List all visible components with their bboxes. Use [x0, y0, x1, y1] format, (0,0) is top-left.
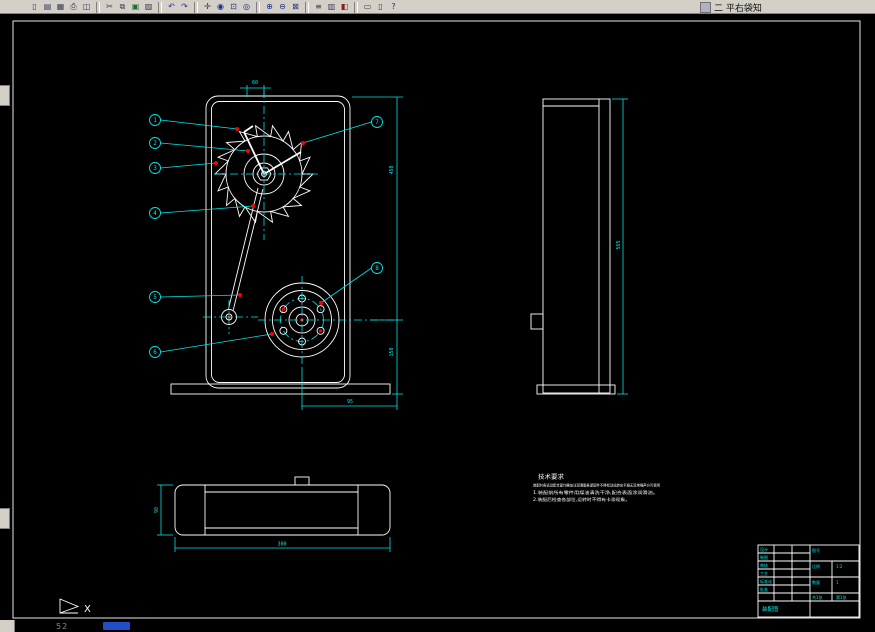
balloon-2[interactable]: 2 [149, 137, 251, 154]
toolbar-separator [305, 2, 309, 13]
titleblock-row-4: 标准化 [760, 578, 772, 584]
titleblock-scale-value: 1:2 [836, 564, 843, 569]
notes-line-dense: 装配时各运动配合面均需加注润滑脂各紧固件不得松动运转应平稳无异常噪声方可使用 [533, 483, 660, 488]
titleblock-no-label: 图号 [812, 547, 820, 553]
zoom-extents-icon[interactable]: ⊠ [289, 1, 302, 13]
titleblock-row-0: 设计 [760, 546, 768, 552]
layers-icon[interactable]: ≡ [312, 1, 325, 13]
dim-plan-width: 300 [277, 542, 286, 548]
toolbar-caption: 二 平右袋知 [714, 4, 762, 14]
match-properties-icon[interactable]: ▨ [142, 1, 155, 13]
titleblock-scale-label: 比例 [812, 563, 820, 569]
titleblock-row-2: 审核 [760, 562, 768, 568]
svg-text:5: 5 [153, 294, 157, 301]
dim-plan-depth: 98 [154, 507, 160, 513]
status-strip: 52 [0, 620, 875, 632]
help-icon[interactable]: ? [387, 1, 400, 13]
zoom-out-icon[interactable]: ⊖ [276, 1, 289, 13]
titleblock-row-1: 制图 [760, 554, 768, 560]
svg-text:7: 7 [375, 119, 379, 126]
application-window: ▯ ▤ ▦ ⎙ ◫ ✂ ⧉ ▣ ▨ ↶ ↷ ✛ ◉ ⊡ ◎ ⊕ ⊖ ⊠ ≡ ▥ … [0, 0, 875, 632]
docked-toolbar-stub[interactable] [0, 85, 10, 106]
zoom-in-icon[interactable]: ⊕ [263, 1, 276, 13]
toolbar-separator [194, 2, 198, 13]
titleblock-qty-value: 1 [836, 580, 839, 585]
svg-text:4: 4 [153, 210, 157, 217]
svg-text:2: 2 [153, 140, 157, 147]
svg-text:8: 8 [375, 265, 379, 272]
notes-title: 技术要求 [538, 473, 564, 481]
toolbar-separator [96, 2, 100, 13]
zoom-previous-icon[interactable]: ◎ [240, 1, 253, 13]
paper-space-icon[interactable]: ▯ [374, 1, 387, 13]
flange-wheel [258, 276, 398, 368]
titleblock-row-3: 工艺 [760, 571, 768, 576]
toolbar-separator [354, 2, 358, 13]
balloon-callouts: 1 2 3 4 5 6 7 8 [149, 114, 383, 358]
undo-icon[interactable]: ↶ [165, 1, 178, 13]
technical-notes: 技术要求 装配时各运动配合面均需加注润滑脂各紧固件不得松动运转应平稳无异常噪声方… [533, 473, 660, 503]
toolbar-separator [256, 2, 260, 13]
balloon-8[interactable]: 8 [319, 262, 383, 306]
floating-toolbar-icon [700, 2, 711, 13]
open-file-icon[interactable]: ▤ [41, 1, 54, 13]
dim-side-height: 565 [616, 240, 622, 249]
titleblock-sheet-label: 共1张 [812, 594, 823, 600]
notes-line-2: 2.装配后检查各部位,运转时不得有卡滞现象。 [533, 496, 630, 503]
print-icon[interactable]: ⎙ [67, 1, 80, 13]
redo-icon[interactable]: ↷ [178, 1, 191, 13]
drawing-canvas[interactable]: 1 2 3 4 5 6 7 8 60 450 150 95 565 98 300… [0, 0, 875, 632]
paste-icon[interactable]: ▣ [129, 1, 142, 13]
toolbar-separator [158, 2, 162, 13]
titleblock-sheet-value: 第1张 [836, 594, 847, 600]
balloon-7[interactable]: 7 [301, 116, 383, 146]
print-preview-icon[interactable]: ◫ [80, 1, 93, 13]
taskbar-label: 52 [56, 622, 69, 631]
titleblock-row-5: 批准 [760, 586, 768, 592]
cut-icon[interactable]: ✂ [103, 1, 116, 13]
pan-icon[interactable]: ✛ [201, 1, 214, 13]
docked-toolbar-stub[interactable] [0, 508, 10, 529]
svg-text:3: 3 [153, 165, 157, 172]
ratchet-gear [213, 90, 318, 240]
save-file-icon[interactable]: ▦ [54, 1, 67, 13]
balloon-3[interactable]: 3 [149, 161, 219, 174]
model-space-icon[interactable]: ▭ [361, 1, 374, 13]
layer-properties-icon[interactable]: ▥ [325, 1, 338, 13]
taskbar-corner-button[interactable] [0, 620, 15, 632]
drawing-sheet-border [12, 20, 861, 619]
ucs-icon: X [59, 598, 91, 615]
dim-right-lower: 150 [389, 347, 395, 356]
notes-line-1: 1.装配前所有零件用煤油清洗干净,配合表面涂润滑油。 [533, 489, 658, 496]
copy-icon[interactable]: ⧉ [116, 1, 129, 13]
color-control-icon[interactable]: ◧ [338, 1, 351, 13]
zoom-realtime-icon[interactable]: ◉ [214, 1, 227, 13]
dim-right-upper: 450 [389, 165, 395, 174]
dim-top: 60 [252, 80, 258, 86]
svg-text:1: 1 [153, 117, 157, 124]
taskbar-active-button[interactable] [103, 622, 130, 630]
dim-front-bottom: 95 [347, 399, 353, 405]
new-file-icon[interactable]: ▯ [28, 1, 41, 13]
side-view: 565 [530, 98, 628, 395]
front-view [170, 90, 398, 395]
main-toolbar: ▯ ▤ ▦ ⎙ ◫ ✂ ⧉ ▣ ▨ ↶ ↷ ✛ ◉ ⊡ ◎ ⊕ ⊖ ⊠ ≡ ▥ … [0, 0, 875, 14]
front-view-dimensions: 60 450 150 95 [240, 80, 403, 410]
titleblock-qty-label: 数量 [812, 579, 820, 585]
plan-view: 98 300 [154, 476, 391, 552]
titleblock-drawing-name: 装配图 [762, 605, 779, 613]
zoom-window-icon[interactable]: ⊡ [227, 1, 240, 13]
svg-text:6: 6 [153, 349, 157, 356]
title-block: 设计 制图 审核 工艺 标准化 批准 图号 比例 1:2 数量 1 共1张 第1… [757, 544, 860, 618]
balloon-1[interactable]: 1 [149, 114, 240, 132]
ucs-x-label: X [84, 604, 91, 615]
balloon-5[interactable]: 5 [149, 291, 243, 303]
